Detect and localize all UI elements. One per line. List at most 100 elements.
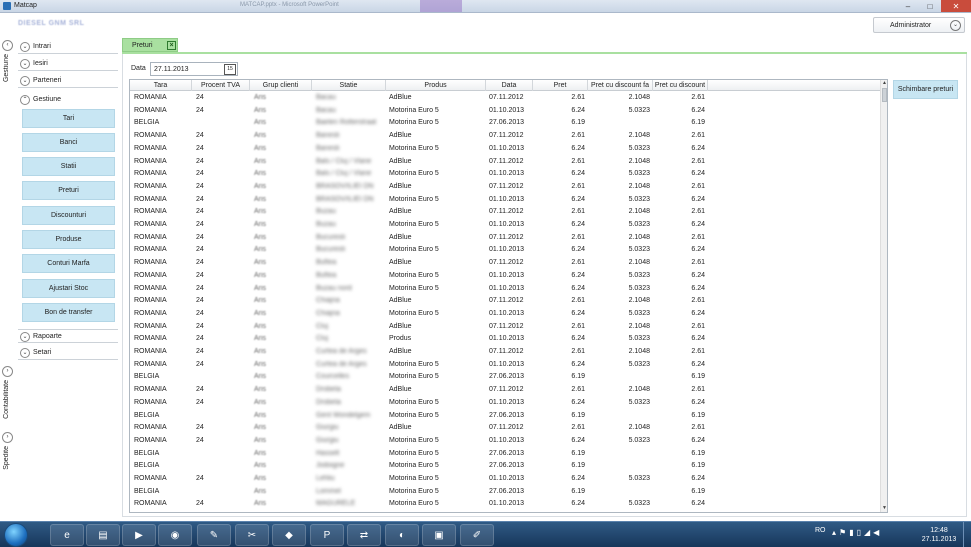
ie-icon[interactable]: e [50,524,84,546]
nav-button-tari[interactable]: Tari [22,109,115,128]
table-row[interactable]: ROMANIA 24 Aris Lehliu Motorina Euro 5 01.10.… [130,473,882,486]
table-row[interactable]: ROMANIA 24 Aris Buftea AdBlue 07.11.2012 2.61 2… [130,257,882,270]
table-row[interactable]: ROMANIA 24 Aris Drobeta AdBlue 07.11.2012 2.61… [130,384,882,397]
close-button[interactable]: ✕ [941,0,971,12]
column-header[interactable]: Pret cu discount [653,80,708,91]
show-desktop-button[interactable] [963,522,971,547]
nav-button-ajustari-stoc[interactable]: Ajustari Stoc [22,279,115,298]
paint-icon[interactable]: ✎ [197,524,231,546]
language-indicator[interactable]: RO [815,527,826,534]
vtab-spedite[interactable]: › Spedite [2,432,15,470]
table-row[interactable]: BELGIA Aris Hasselt Motorina Euro 5 27.06.20… [130,448,882,461]
column-header[interactable]: Grup clienti [250,80,312,91]
nav-section-parteneri[interactable]: ⌄ Parteneri [18,74,118,88]
table-row[interactable]: ROMANIA 24 Aris Buzau nord Motorina Euro 5 01… [130,283,882,296]
nav-button-bon-de-transfer[interactable]: Bon de transfer [22,303,115,322]
paint-brush-icon[interactable]: ✐ [460,524,494,546]
table-row[interactable]: ROMANIA 24 Aris Buzau AdBlue 07.11.2012 2.61 2.… [130,206,882,219]
table-row[interactable]: BELGIA Aris Courcelles Motorina Euro 5 27.06… [130,371,882,384]
table-row[interactable]: ROMANIA 24 Aris Buftea Motorina Euro 5 01.10.… [130,270,882,283]
date-picker[interactable]: 27.11.2013 15 [150,62,238,76]
tab-preturi[interactable]: Preturi × [122,38,178,52]
minimize-button[interactable]: – [897,0,919,12]
table-row[interactable]: ROMANIA 24 Aris Banesti AdBlue 07.11.2012 2.61… [130,130,882,143]
table-row[interactable]: ROMANIA 24 Aris Bals / Cluj / Vlane Motorina… [130,168,882,181]
column-header[interactable]: Data [486,80,533,91]
nav-button-preturi[interactable]: Preturi [22,181,115,200]
chevron-down-icon[interactable]: ⌄ [950,20,961,31]
scroll-up-icon[interactable]: ▲ [881,80,887,87]
teamviewer-icon[interactable]: ⇄ [347,524,381,546]
media-player-icon[interactable]: ▶ [122,524,156,546]
chevron-left-icon[interactable]: ‹ [2,40,13,51]
column-header[interactable]: Tara [130,80,192,91]
table-row[interactable]: ROMANIA 24 Aris Bacau AdBlue 07.11.2012 2.61 2.… [130,92,882,105]
nav-button-statii[interactable]: Statii [22,157,115,176]
clock[interactable]: 12:48 27.11.2013 [920,526,958,544]
nav-section-iesiri[interactable]: ⌄ Iesiri [18,57,118,71]
table-cell: Drobeta [316,386,341,394]
table-row[interactable]: ROMANIA 24 Aris Cluj Produs 01.10.2013 6.24 5.0… [130,333,882,346]
user-menu[interactable]: Administrator ⌄ [873,17,965,33]
vtab-contabilitate[interactable]: › Contabilitate [2,366,15,419]
column-header[interactable]: Pret cu discount fa [588,80,653,91]
scroll-thumb[interactable] [882,88,887,102]
nav-section-gestiune[interactable]: ⌃ Gestiune [18,93,118,107]
nav-button-discounturi[interactable]: Discounturi [22,206,115,225]
firefox-icon[interactable]: ◐ [385,524,419,546]
close-icon[interactable]: × [167,41,176,50]
tools-icon[interactable]: ✂ [235,524,269,546]
app-window-icon[interactable]: ▣ [422,524,456,546]
vertical-scrollbar[interactable]: ▲ ▼ [880,80,887,512]
maximize-button[interactable]: □ [919,0,941,12]
explorer-icon[interactable]: ▤ [86,524,120,546]
table-row[interactable]: ROMANIA 24 Aris Bucuresti AdBlue 07.11.2012 2.… [130,232,882,245]
table-row[interactable]: ROMANIA 24 Aris BRASOV/ILIEI DN AdBlue 07.11.… [130,181,882,194]
table-row[interactable]: ROMANIA 24 Aris MAGURELE Motorina Euro 5 01.1… [130,498,882,511]
table-cell: Baelen Rotterstraat [316,119,377,127]
nav-section-intrari[interactable]: ⌄ Intrari [18,40,118,54]
table-cell: ROMANIA [134,309,167,317]
nav-button-conturi-marfa[interactable]: Conturi Marfa [22,254,115,273]
change-prices-button[interactable]: Schimbare preturi [893,80,958,99]
nav-section-rapoarte[interactable]: ⌄ Rapoarte [18,329,118,343]
table-row[interactable]: ROMANIA 24 Aris Bacau Motorina Euro 5 01.10.2… [130,105,882,118]
column-header[interactable]: Procent TVA [192,80,250,91]
table-row[interactable]: ROMANIA 24 Aris Giurgiu Motorina Euro 5 01.10… [130,435,882,448]
calendar-icon[interactable]: 15 [224,64,236,75]
table-row[interactable]: ROMANIA 24 Aris Bucuresti Motorina Euro 5 01.… [130,244,882,257]
table-row[interactable]: BELGIA Aris Baelen Rotterstraat Motorina Eu… [130,117,882,130]
prices-grid[interactable]: Tara Procent TVA Grup clienti Statie Produs D… [129,79,888,513]
column-header[interactable]: Produs [386,80,486,91]
table-row[interactable]: ROMANIA 24 Aris Buzau Motorina Euro 5 01.10.2… [130,219,882,232]
vtab-gestiune[interactable]: ‹ Gestiune [2,40,15,82]
column-header[interactable]: Statie [312,80,386,91]
scroll-down-icon[interactable]: ▼ [881,505,887,512]
table-row[interactable]: ROMANIA 24 Aris BRASOV/ILIEI DN Motorina Eur… [130,194,882,207]
nav-section-setari[interactable]: ⌄ Setari [18,346,118,360]
table-row[interactable]: ROMANIA 24 Aris Curtea de Arges Motorina Eur… [130,359,882,372]
chevron-right-icon[interactable]: › [2,432,13,443]
table-row[interactable]: ROMANIA 24 Aris Curtea de Arges AdBlue 07.11.… [130,346,882,359]
table-row[interactable]: ROMANIA 24 Aris Drobeta Motorina Euro 5 01.10… [130,397,882,410]
nav-button-banci[interactable]: Banci [22,133,115,152]
column-header[interactable]: Pret [533,80,588,91]
nav-button-produse[interactable]: Produse [22,230,115,249]
tray-icons[interactable]: ▴⚑▮▯◢◀ [832,528,882,537]
table-row[interactable]: BELGIA Aris Jodoigne Motorina Euro 5 27.06.2… [130,460,882,473]
table-row[interactable]: ROMANIA 24 Aris Bals / Cluj / Vlane AdBlue 07… [130,156,882,169]
visual-studio-icon[interactable]: ◆ [272,524,306,546]
table-row[interactable]: BELGIA Aris Gent Wondelgem Motorina Euro 5 2… [130,410,882,423]
table-row[interactable]: ROMANIA 24 Aris Banesti Motorina Euro 5 01.10… [130,143,882,156]
chrome-icon[interactable]: ◉ [158,524,192,546]
table-row[interactable]: ROMANIA 24 Aris Chiajna AdBlue 07.11.2012 2.61… [130,295,882,308]
table-cell: Aris [254,462,267,470]
start-button[interactable] [4,523,28,547]
table-row[interactable]: ROMANIA 24 Aris Chiajna Motorina Euro 5 01.10… [130,308,882,321]
date-input[interactable]: 27.11.2013 [154,66,189,73]
powerpoint-icon[interactable]: P [310,524,344,546]
table-row[interactable]: ROMANIA 24 Aris Giurgiu AdBlue 07.11.2012 2.61… [130,422,882,435]
chevron-right-icon[interactable]: › [2,366,13,377]
table-row[interactable]: BELGIA Aris Lommel Motorina Euro 5 27.06.201… [130,486,882,499]
table-row[interactable]: ROMANIA 24 Aris Cluj AdBlue 07.11.2012 2.61 2.1… [130,321,882,334]
